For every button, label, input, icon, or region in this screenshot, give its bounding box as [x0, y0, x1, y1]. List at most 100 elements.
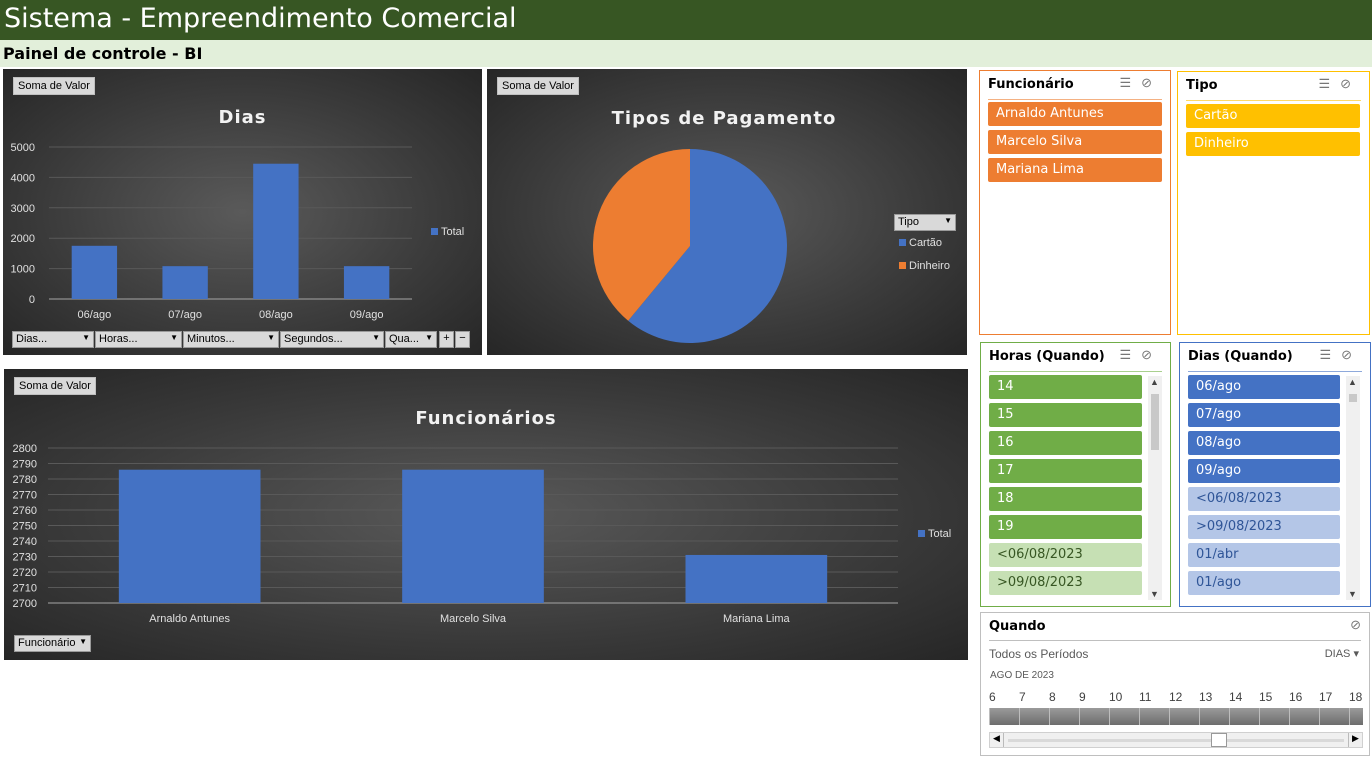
tipo-legend-filter-button[interactable]: Tipo ▼: [894, 214, 956, 231]
bar: [402, 469, 544, 603]
timeline-day-label[interactable]: 13: [1199, 690, 1212, 704]
slicer-item[interactable]: 17: [989, 459, 1142, 483]
timeline-tick: [1259, 708, 1260, 725]
timeline-day-label[interactable]: 6: [989, 690, 996, 704]
multi-select-icon[interactable]: ☰: [1319, 347, 1341, 362]
scroll-up-icon[interactable]: ▲: [1348, 377, 1357, 387]
slicer-item-no-data[interactable]: >09/08/2023: [1188, 515, 1340, 539]
slicer-item[interactable]: 06/ago: [1188, 375, 1340, 399]
y-tick-label: 2800: [13, 443, 37, 455]
timeline-day-label[interactable]: 12: [1169, 690, 1182, 704]
slicer-item-no-data[interactable]: <06/08/2023: [989, 543, 1142, 567]
multi-select-icon[interactable]: ☰: [1318, 76, 1340, 91]
funcionarios-chart-svg: 2700 2710 2720 2730 2740 2750 2760 2770 2780 2790…: [13, 443, 898, 625]
slicer-horas-icons: ☰⊘: [1119, 347, 1162, 363]
y-tick-label: 2740: [13, 536, 37, 548]
slicer-funcionario[interactable]: Funcionário ☰⊘ Arnaldo Antunes Marcelo Si…: [979, 70, 1171, 335]
timeline-day-label[interactable]: 11: [1139, 690, 1151, 704]
funcionarios-legend-entry: Total: [918, 528, 951, 540]
bar: [343, 266, 390, 299]
slicer-item[interactable]: 18: [989, 487, 1142, 511]
x-tick-label: Marcelo Silva: [440, 613, 507, 625]
scroll-left-icon[interactable]: ◀: [990, 733, 1004, 747]
timeline-tick: [1169, 708, 1170, 725]
timeline-day-label[interactable]: 9: [1079, 690, 1086, 704]
timeline-day-label[interactable]: 7: [1019, 690, 1026, 704]
scroll-down-icon[interactable]: ▼: [1150, 589, 1159, 599]
slicer-item[interactable]: 07/ago: [1188, 403, 1340, 427]
funcionario-axis-filter-button[interactable]: Funcionário ▼: [14, 635, 91, 652]
slicer-item[interactable]: 09/ago: [1188, 459, 1340, 483]
y-tick-label: 3000: [11, 203, 35, 215]
slicer-item[interactable]: Cartão: [1186, 104, 1360, 128]
timeline-quando[interactable]: Quando ⊘ Todos os Períodos DIAS ▾ AGO DE…: [980, 612, 1370, 756]
clear-filter-icon[interactable]: ⊘: [1340, 76, 1361, 91]
slicer-item[interactable]: Dinheiro: [1186, 132, 1360, 156]
slicer-item[interactable]: 08/ago: [1188, 431, 1340, 455]
slicer-horas[interactable]: Horas (Quando) ☰⊘ 14 15 16 17 18 19 <06/08/202…: [980, 342, 1171, 607]
filter-quando-button[interactable]: Qua... ▼: [385, 331, 437, 348]
slicer-item[interactable]: Arnaldo Antunes: [988, 102, 1162, 126]
bar: [118, 469, 261, 603]
collapse-field-button[interactable]: −: [455, 331, 470, 348]
slicer-item[interactable]: 19: [989, 515, 1142, 539]
x-tick-label: Mariana Lima: [723, 613, 791, 625]
timeline-day-label[interactable]: 17: [1319, 690, 1332, 704]
slicer-tipo[interactable]: Tipo ☰⊘ Cartão Dinheiro: [1177, 71, 1370, 335]
slicer-item[interactable]: Mariana Lima: [988, 158, 1162, 182]
clear-filter-icon[interactable]: ⊘: [1341, 347, 1362, 362]
timeline-day-label[interactable]: 15: [1259, 690, 1272, 704]
timeline-day-label[interactable]: 10: [1109, 690, 1122, 704]
multi-select-icon[interactable]: ☰: [1119, 347, 1141, 362]
timeline-level-label: DIAS: [1324, 648, 1351, 660]
slicer-dias[interactable]: Dias (Quando) ☰⊘ 06/ago 07/ago 08/ago 09/ag…: [1179, 342, 1371, 607]
slicer-item-no-data[interactable]: 01/ago: [1188, 571, 1340, 595]
slicer-item[interactable]: 14: [989, 375, 1142, 399]
dias-legend-label: Total: [441, 226, 465, 238]
filter-dias-button[interactable]: Dias... ▼: [12, 331, 94, 348]
filter-minutos-button[interactable]: Minutos... ▼: [183, 331, 279, 348]
timeline-scrollbar[interactable]: ◀ ▶: [989, 732, 1363, 748]
expand-field-button[interactable]: +: [439, 331, 454, 348]
x-tick-label: Arnaldo Antunes: [149, 613, 230, 625]
scroll-right-icon[interactable]: ▶: [1348, 733, 1362, 747]
slicer-dias-scrollbar[interactable]: ▲ ▼: [1346, 376, 1360, 600]
bar: [162, 266, 208, 299]
legend-swatch-icon: [918, 530, 925, 537]
slicer-item-no-data[interactable]: 01/abr: [1188, 543, 1340, 567]
scroll-thumb[interactable]: [1211, 733, 1227, 747]
timeline-tick: [1139, 708, 1140, 725]
scroll-thumb[interactable]: [1151, 394, 1159, 450]
slicer-funcionario-title: Funcionário: [988, 77, 1074, 92]
multi-select-icon[interactable]: ☰: [1119, 75, 1141, 90]
scroll-thumb[interactable]: [1349, 394, 1357, 402]
clear-filter-icon[interactable]: ⊘: [1141, 347, 1162, 362]
filter-horas-button[interactable]: Horas... ▼: [95, 331, 182, 348]
slicer-item[interactable]: 16: [989, 431, 1142, 455]
timeline-level-dropdown[interactable]: DIAS ▾: [1325, 647, 1359, 660]
filter-segundos-button[interactable]: Segundos... ▼: [280, 331, 384, 348]
scroll-up-icon[interactable]: ▲: [1150, 377, 1159, 387]
timeline-day-label[interactable]: 14: [1229, 690, 1242, 704]
slicer-item-no-data[interactable]: <06/08/2023: [1188, 487, 1340, 511]
timeline-day-label[interactable]: 16: [1289, 690, 1302, 704]
scroll-down-icon[interactable]: ▼: [1348, 589, 1357, 599]
timeline-day-label[interactable]: 18: [1349, 690, 1362, 704]
timeline-clear-filter-icon[interactable]: ⊘: [1350, 617, 1361, 633]
timeline-bar[interactable]: [989, 708, 1363, 725]
timeline-day-label[interactable]: 8: [1049, 690, 1056, 704]
slicer-divider: [1186, 100, 1361, 101]
slicer-item[interactable]: 15: [989, 403, 1142, 427]
slicer-item-no-data[interactable]: >09/08/2023: [989, 571, 1142, 595]
clear-filter-icon[interactable]: ⊘: [1141, 75, 1162, 90]
funcionarios-chart-panel[interactable]: Soma de Valor Funcionários 2700 2710 2720 2…: [4, 369, 968, 660]
dias-chart-svg: 0 1000 2000 3000 4000 5000 06/ago 07/ago 08/ago 0…: [11, 142, 412, 321]
slicer-item[interactable]: Marcelo Silva: [988, 130, 1162, 154]
slicer-tipo-icons: ☰⊘: [1318, 76, 1361, 92]
pagamento-chart-panel[interactable]: Soma de Valor Tipos de Pagamento Tipo ▼ C…: [487, 69, 967, 355]
bar: [71, 245, 118, 299]
slicer-horas-scrollbar[interactable]: ▲ ▼: [1148, 376, 1162, 600]
dias-chart-panel[interactable]: Soma de Valor Dias 0 1000 2000 3000 4000 5000…: [3, 69, 482, 355]
filter-segundos-label: Segundos...: [284, 333, 343, 345]
legend-swatch-icon: [431, 228, 438, 235]
